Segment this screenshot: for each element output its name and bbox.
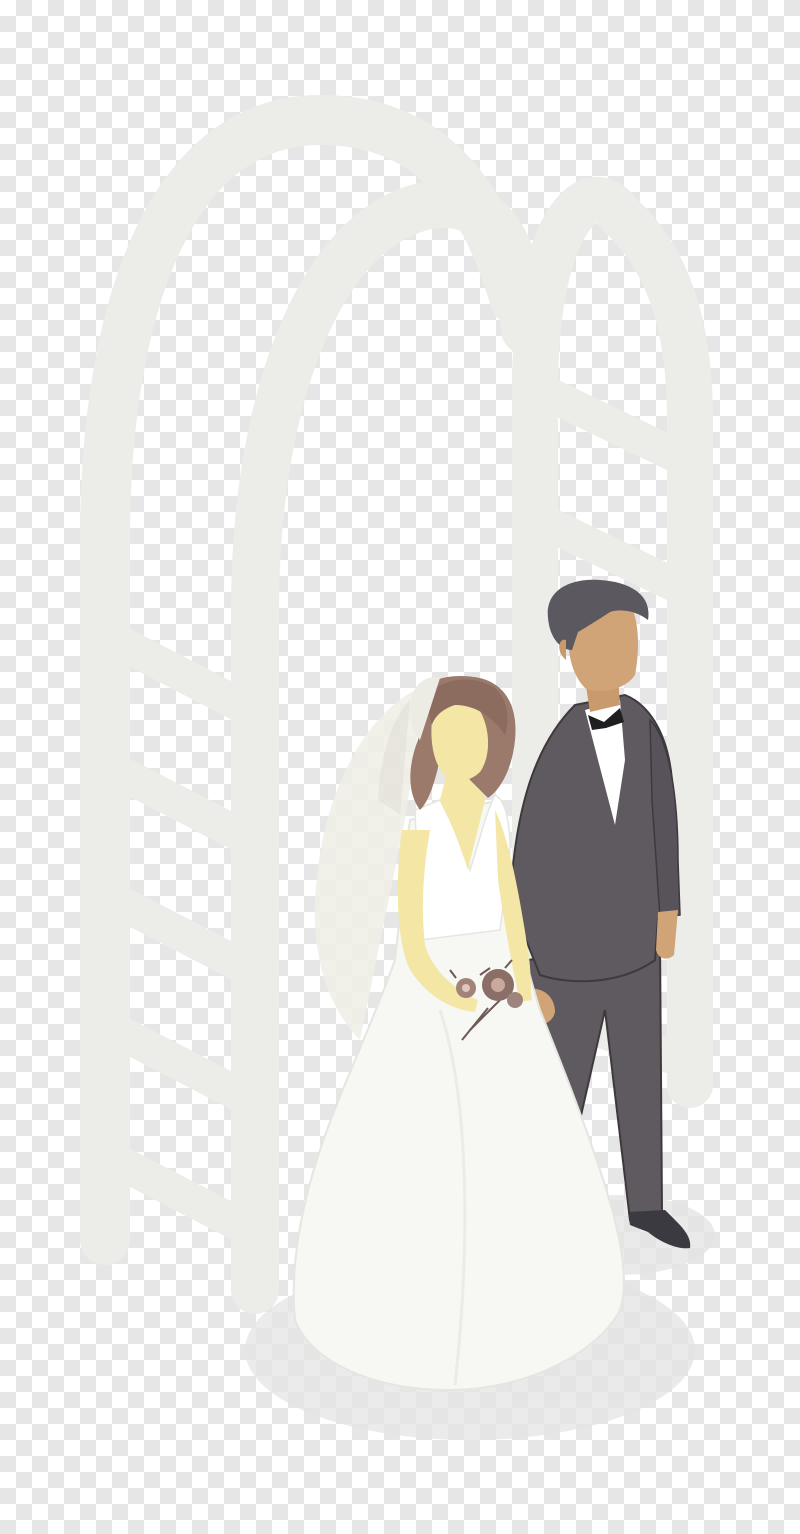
flower-icon <box>507 992 523 1008</box>
groom-ear <box>559 639 566 660</box>
transparent-background <box>0 0 800 1534</box>
wedding-illustration <box>80 95 715 1440</box>
